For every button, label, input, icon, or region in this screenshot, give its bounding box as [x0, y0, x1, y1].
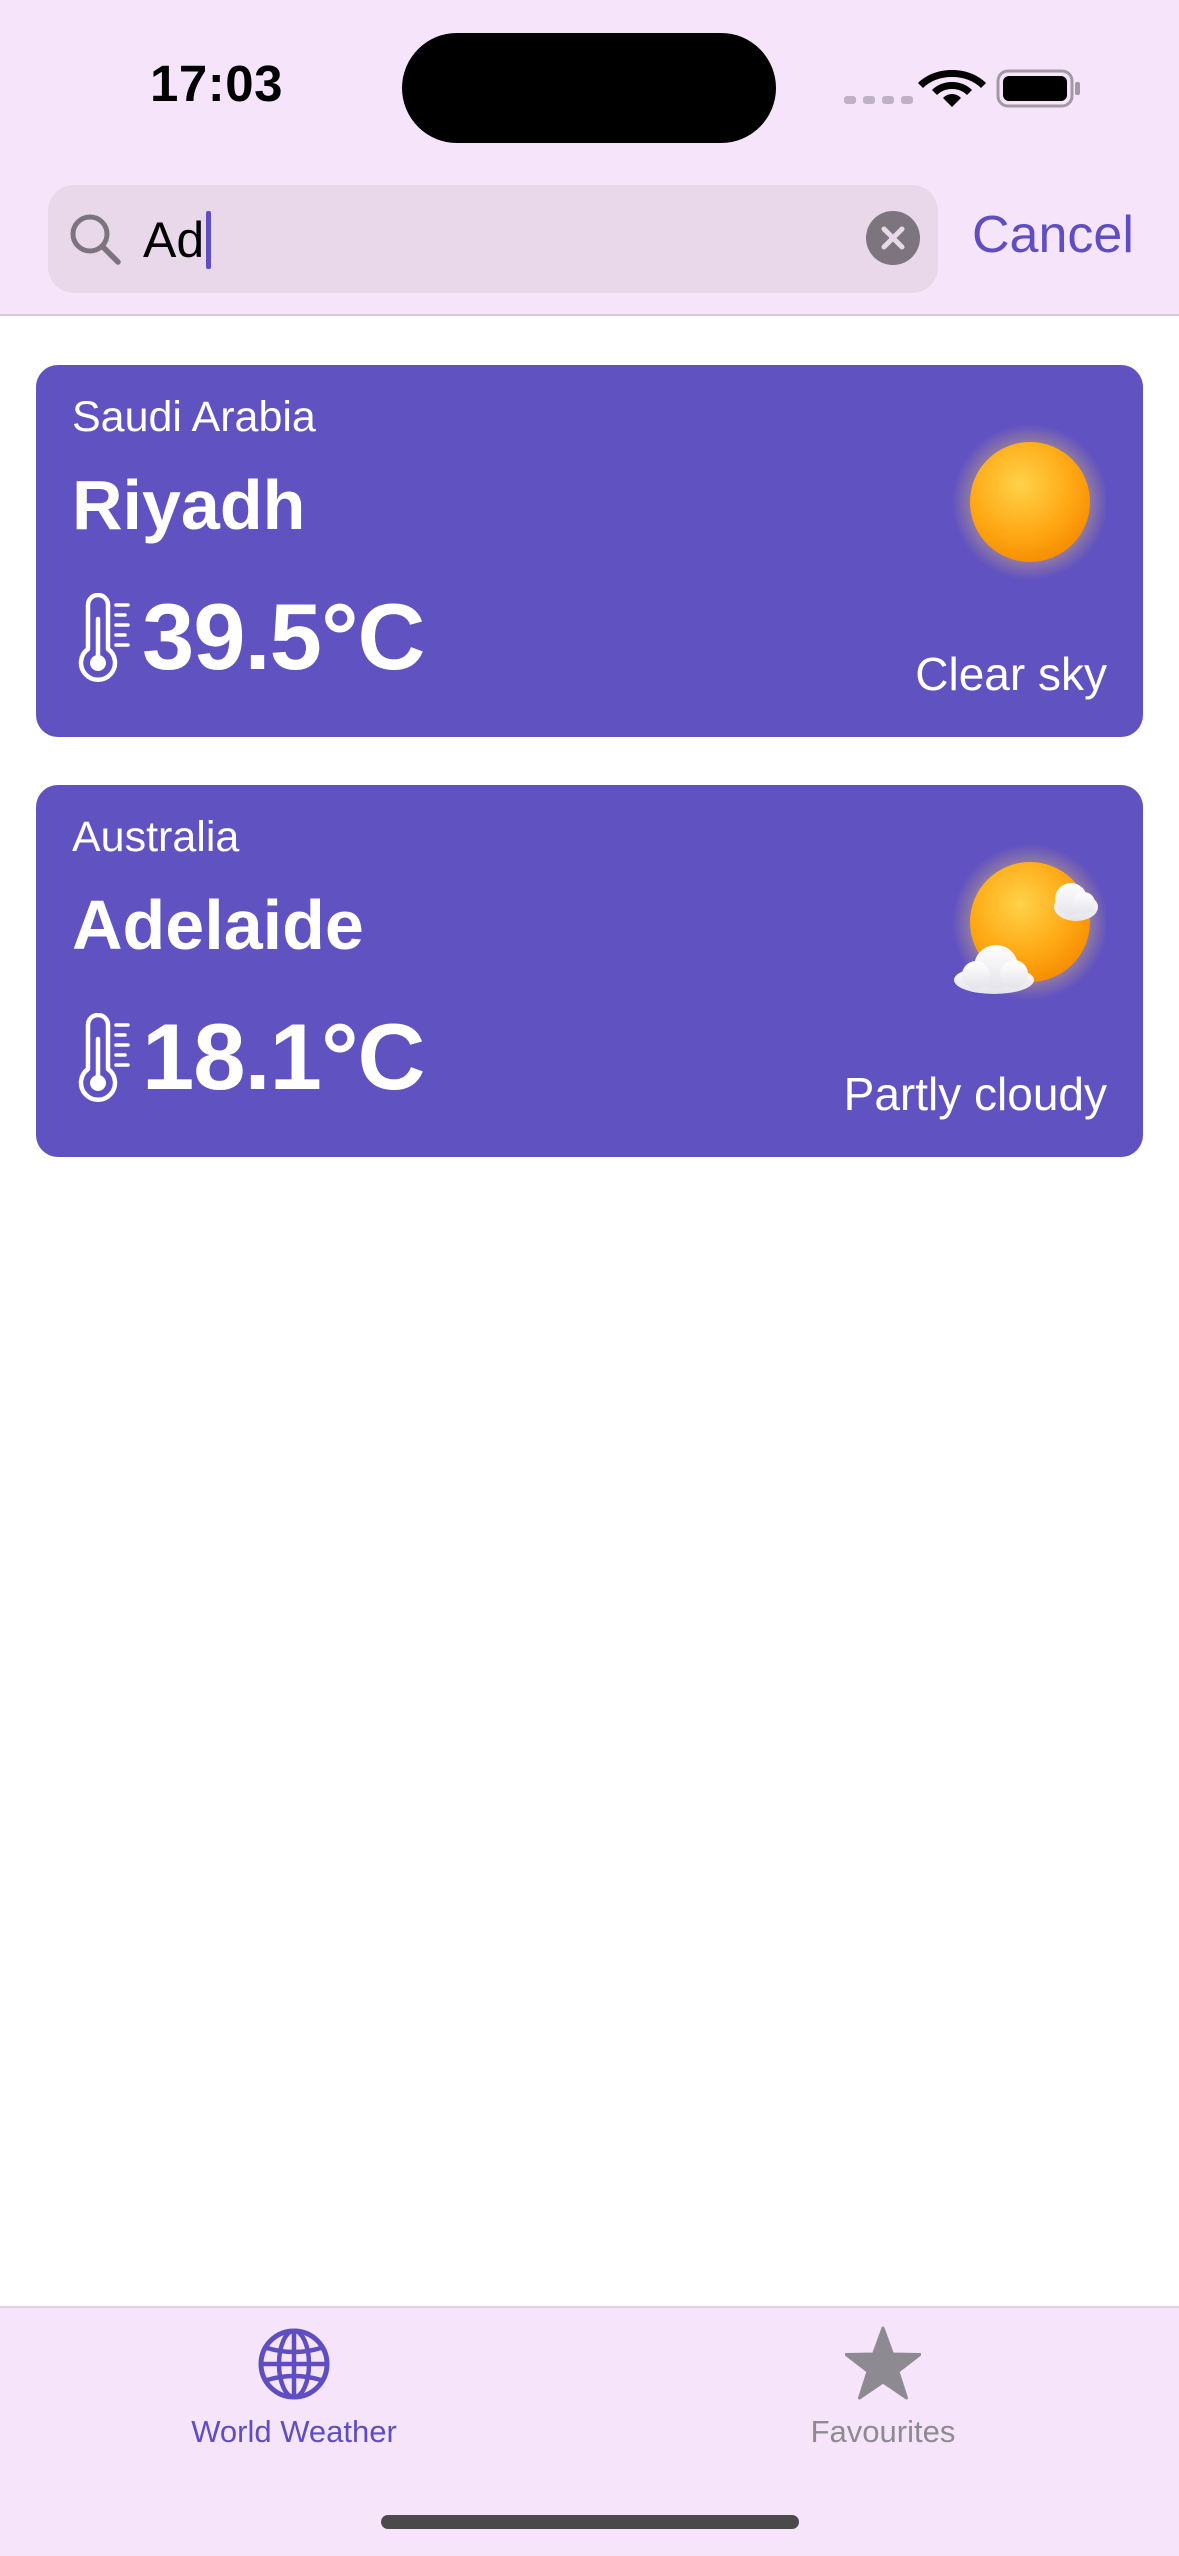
text-caret	[206, 211, 212, 269]
globe-icon	[258, 2328, 330, 2400]
tab-label: World Weather	[191, 2414, 397, 2449]
close-icon	[881, 226, 905, 250]
top-bar: 17:03 Ad Cancel	[0, 0, 1179, 316]
dynamic-island	[402, 33, 776, 143]
card-city: Adelaide	[72, 886, 364, 964]
star-icon	[845, 2326, 921, 2400]
status-time: 17:03	[150, 55, 283, 112]
weather-card-riyadh[interactable]: Saudi Arabia Riyadh 39.5°C Clear sky	[36, 365, 1143, 737]
tab-favourites[interactable]: Favourites	[733, 2308, 1033, 2458]
card-temperature: 18.1°C	[142, 1004, 425, 1109]
partly-cloudy-icon	[952, 844, 1106, 1000]
battery-icon	[996, 69, 1080, 108]
thermometer-icon	[78, 593, 130, 682]
card-city: Riyadh	[72, 466, 306, 544]
weather-card-adelaide[interactable]: Australia Adelaide 18.1°C Partly cloudy	[36, 785, 1143, 1157]
search-input-text: Ad	[143, 212, 205, 268]
card-country: Saudi Arabia	[72, 393, 316, 441]
card-condition: Partly cloudy	[843, 1068, 1107, 1120]
search-field[interactable]: Ad	[48, 185, 938, 293]
card-condition: Clear sky	[915, 648, 1107, 700]
cellular-signal-icon	[844, 96, 913, 104]
search-icon	[70, 214, 121, 265]
clear-search-button[interactable]	[866, 211, 920, 265]
tab-label: Favourites	[810, 2414, 956, 2449]
thermometer-icon	[78, 1013, 130, 1102]
status-icons	[844, 69, 1080, 108]
tab-world-weather[interactable]: World Weather	[144, 2308, 444, 2458]
search-input[interactable]: Ad	[143, 210, 212, 270]
card-country: Australia	[72, 813, 240, 861]
wifi-icon	[918, 70, 986, 107]
home-indicator	[381, 2515, 799, 2529]
cancel-button[interactable]: Cancel	[972, 205, 1134, 265]
card-temperature: 39.5°C	[142, 584, 425, 689]
sun-icon	[952, 424, 1106, 580]
